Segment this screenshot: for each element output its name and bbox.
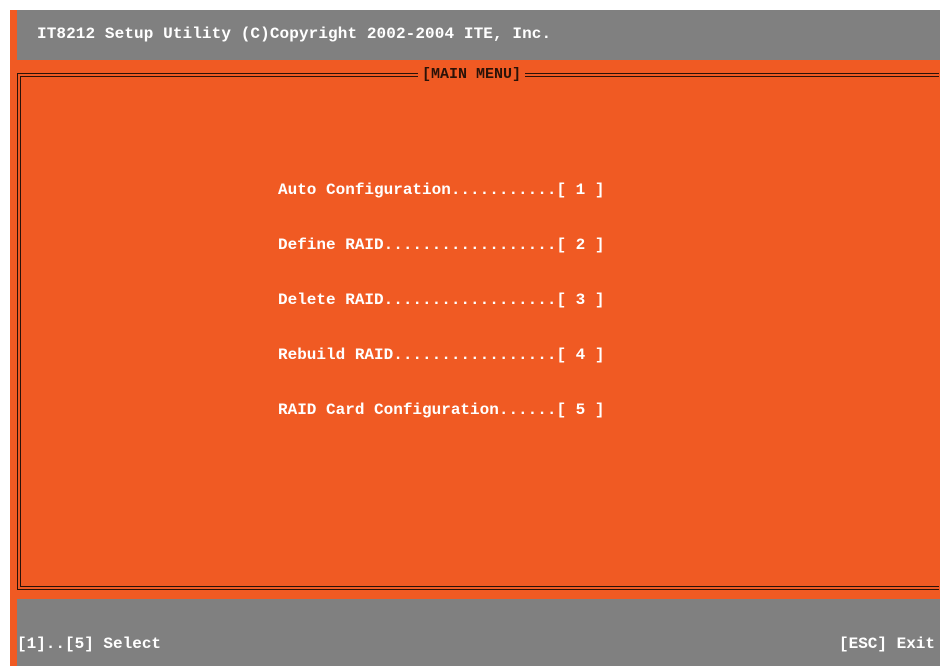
menu-item-rebuild-raid[interactable]: Rebuild RAID.................[ 4 ] [278,346,604,364]
menu-item-auto-configuration[interactable]: Auto Configuration...........[ 1 ] [278,181,604,199]
status-exit-hint: [ESC] Exit [838,635,935,653]
menu-item-raid-card-configuration[interactable]: RAID Card Configuration......[ 5 ] [278,401,604,419]
main-menu-frame-inner [20,76,939,587]
status-bar: [1]..[5] Select [ESC] Exit [17,599,940,666]
menu-item-define-raid[interactable]: Define RAID..................[ 2 ] [278,236,604,254]
bios-screen: IT8212 Setup Utility (C)Copyright 2002-2… [10,10,940,666]
menu-item-delete-raid[interactable]: Delete RAID..................[ 3 ] [278,291,604,309]
title-bar: IT8212 Setup Utility (C)Copyright 2002-2… [17,10,940,60]
title-text: IT8212 Setup Utility (C)Copyright 2002-2… [37,25,552,43]
status-select-hint: [1]..[5] Select [17,635,162,653]
main-menu-title: [MAIN MENU] [418,66,526,84]
